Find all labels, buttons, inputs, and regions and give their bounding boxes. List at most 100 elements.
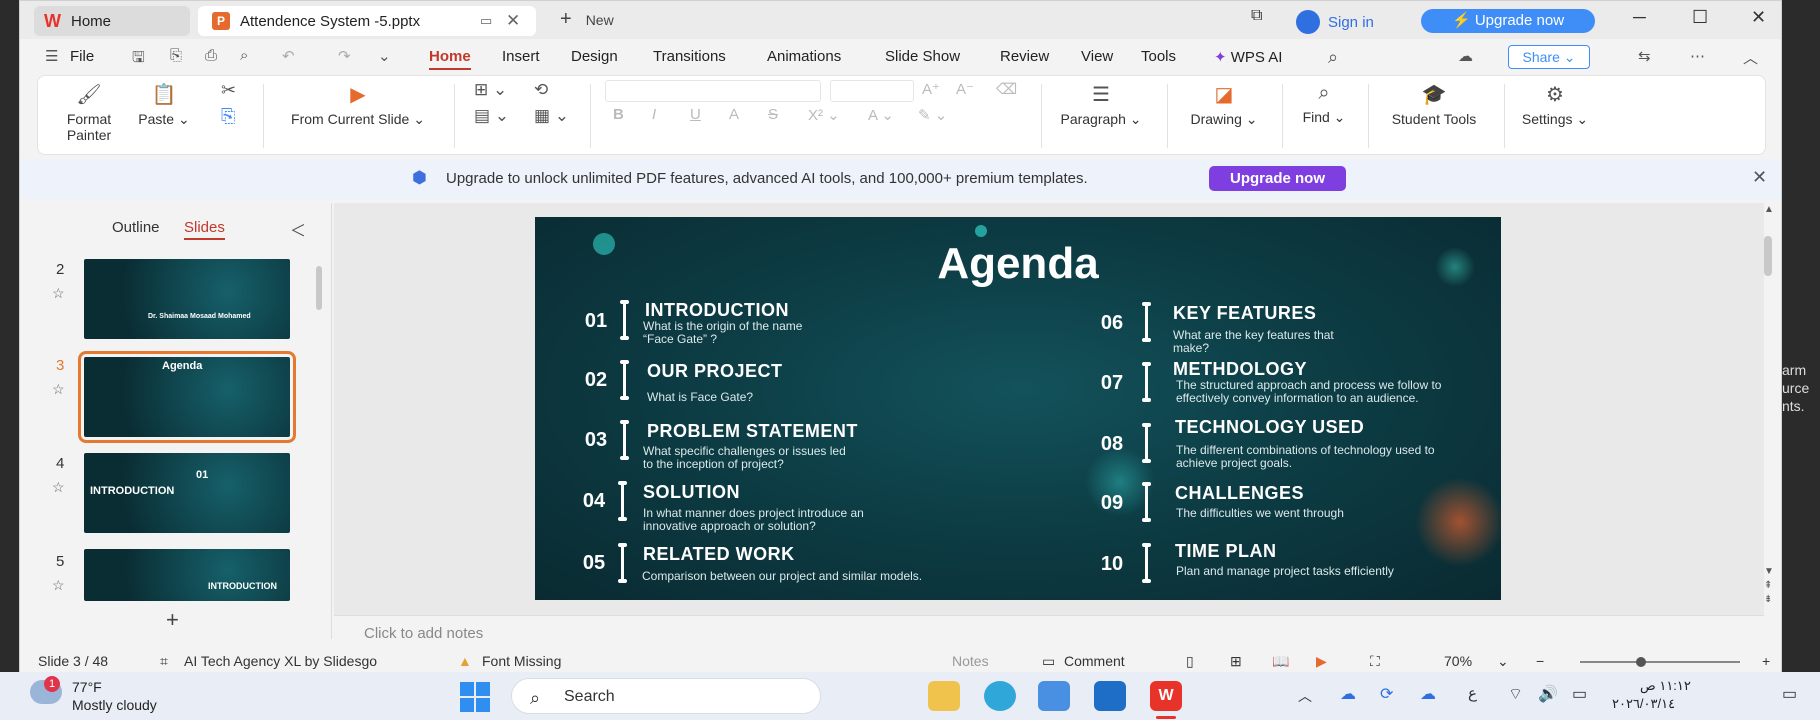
italic-icon[interactable]: I [652, 106, 656, 123]
settings-button[interactable]: ⚙ Settings ⌄ [1516, 82, 1594, 128]
language-indicator[interactable]: ع [1468, 684, 1477, 702]
increase-font-icon[interactable]: A⁺ [922, 80, 940, 98]
tab-document[interactable]: P Attendence System -5.pptx ▭ ✕ [198, 6, 536, 36]
collapse-ribbon-icon[interactable]: ︿ [1743, 47, 1758, 68]
restore-window-icon[interactable]: ⧉ [1251, 7, 1262, 25]
find-button[interactable]: ⌕ Find ⌄ [1294, 82, 1354, 126]
close-tab-icon[interactable]: ✕ [506, 11, 520, 31]
decrease-font-icon[interactable]: A⁻ [956, 80, 974, 98]
sign-in-button[interactable]: Sign in [1296, 10, 1374, 34]
new-slide-icon[interactable]: ⊞ ⌄ [474, 80, 507, 100]
notification-center-icon[interactable]: ▭ [1782, 684, 1797, 704]
print-preview-icon[interactable]: ⌕ [240, 47, 248, 64]
theme-name[interactable]: AI Tech Agency XL by Slidesgo [184, 653, 377, 669]
reuse-slide-icon[interactable]: ⟲ [534, 80, 548, 100]
star-icon[interactable]: ☆ [52, 285, 65, 302]
strikethrough-icon[interactable]: A [729, 106, 739, 123]
drawing-button[interactable]: ◪ Drawing ⌄ [1184, 82, 1264, 128]
superscript-icon[interactable]: X² ⌄ [808, 106, 840, 124]
star-icon[interactable]: ☆ [52, 381, 65, 398]
outlook-icon[interactable] [1094, 681, 1126, 711]
hamburger-menu-icon[interactable]: ☰ [45, 47, 58, 65]
tab-home[interactable]: W Home [34, 6, 190, 36]
save-icon[interactable]: 🖫 [132, 47, 145, 72]
menu-home[interactable]: Home [429, 48, 471, 70]
menu-file[interactable]: File [70, 48, 94, 65]
normal-view-icon[interactable]: ▯ [1186, 653, 1194, 670]
minimize-icon[interactable]: ─ [1633, 7, 1646, 28]
menu-slide-show[interactable]: Slide Show [885, 48, 960, 65]
slide-thumbnail-3[interactable]: Agenda [78, 351, 296, 443]
zoom-out-icon[interactable]: − [1536, 653, 1544, 669]
zoom-level[interactable]: 70% [1444, 653, 1472, 669]
upgrade-now-button[interactable]: ⚡ Upgrade now [1421, 9, 1595, 33]
menu-tools[interactable]: Tools [1141, 48, 1176, 65]
wifi-icon[interactable]: ⌔ [1508, 684, 1523, 704]
clock-time[interactable]: ١١:١٢ ص [1640, 678, 1691, 694]
collaborate-icon[interactable]: ⇆ [1638, 47, 1651, 65]
menu-design[interactable]: Design [571, 48, 618, 65]
star-icon[interactable]: ☆ [52, 577, 65, 594]
close-window-icon[interactable]: ✕ [1751, 7, 1766, 28]
cloud-icon[interactable]: ☁ [1420, 684, 1436, 704]
layout-icon[interactable]: ▤ ⌄ [474, 106, 509, 126]
paste-button[interactable]: 📋 Paste ⌄ [136, 82, 192, 128]
banner-upgrade-button[interactable]: Upgrade now [1209, 166, 1346, 191]
menu-animations[interactable]: Animations [767, 48, 841, 65]
star-icon[interactable]: ☆ [52, 479, 65, 496]
scroll-up-icon[interactable]: ▲ [1764, 204, 1774, 215]
slide-thumbnail-2[interactable]: Dr. Shaimaa Mosaad Mohamed [84, 259, 290, 339]
strike-icon[interactable]: S [768, 106, 778, 123]
editor-scrollbar-thumb[interactable] [1764, 236, 1772, 276]
tab-outline[interactable]: Outline [112, 219, 160, 236]
clear-format-icon[interactable]: ⌫ [996, 80, 1017, 98]
volume-icon[interactable]: 🔊 [1538, 684, 1558, 704]
slide-thumbnail-4[interactable]: 01 INTRODUCTION [84, 453, 290, 533]
clock-date[interactable]: ٢٠٢٦/٠٣/١٤ [1612, 696, 1675, 712]
slide-thumbnail-5[interactable]: INTRODUCTION [84, 549, 290, 601]
show-hidden-icons[interactable]: ︿ [1298, 686, 1312, 706]
close-banner-icon[interactable]: ✕ [1752, 167, 1767, 188]
copy-icon[interactable]: ⎘ [221, 106, 235, 127]
fit-window-icon[interactable]: ⛶ [1370, 653, 1380, 670]
export-icon[interactable]: ⎘ [170, 47, 182, 64]
section-icon[interactable]: ▦ ⌄ [534, 106, 569, 126]
new-tab-button[interactable]: + New [560, 8, 614, 31]
more-options-icon[interactable]: ⋯ [1690, 47, 1705, 65]
undo-icon[interactable]: ↶ [282, 47, 295, 65]
windows-start-icon[interactable] [460, 682, 490, 712]
slideshow-play-icon[interactable]: ▶ [1316, 653, 1327, 670]
onedrive-icon[interactable]: ☁ [1340, 684, 1356, 704]
font-name-dropdown[interactable] [605, 80, 821, 102]
current-slide-canvas[interactable]: Agenda 01 INTRODUCTION What is the origi… [535, 217, 1501, 600]
comment-button[interactable]: Comment [1064, 653, 1125, 669]
wps-ai-button[interactable]: ✦ WPS AI [1214, 48, 1282, 66]
maximize-icon[interactable]: ☐ [1692, 7, 1708, 28]
print-icon[interactable]: ⎙ [205, 47, 217, 64]
zoom-in-icon[interactable]: + [1762, 653, 1770, 669]
window-icon[interactable]: ▭ [480, 13, 492, 29]
wps-office-icon[interactable]: W [1150, 681, 1182, 711]
file-explorer-icon[interactable] [928, 681, 960, 711]
search-icon[interactable]: ⌕ [1328, 47, 1338, 68]
cut-icon[interactable]: ✂ [221, 80, 236, 101]
font-color-icon[interactable]: A ⌄ [868, 106, 894, 124]
slide-sorter-icon[interactable]: ⊞ [1230, 653, 1242, 670]
menu-view[interactable]: View [1081, 48, 1113, 65]
notes-toggle[interactable]: Notes [952, 653, 989, 669]
highlight-icon[interactable]: ✎ ⌄ [918, 106, 947, 124]
zoom-dropdown-icon[interactable]: ⌄ [1497, 653, 1509, 670]
font-missing-button[interactable]: Font Missing [482, 653, 561, 669]
student-tools-button[interactable]: 🎓 Student Tools [1382, 82, 1486, 127]
sync-icon[interactable]: ⟳ [1380, 684, 1393, 704]
next-slide-icon[interactable]: ⇟ [1764, 594, 1772, 605]
menu-insert[interactable]: Insert [502, 48, 540, 65]
add-slide-icon[interactable]: + [166, 607, 179, 633]
menu-review[interactable]: Review [1000, 48, 1049, 65]
paragraph-button[interactable]: ☰ Paragraph ⌄ [1056, 82, 1146, 128]
share-button[interactable]: Share ⌄ [1508, 45, 1590, 69]
collapse-panel-icon[interactable]: ＜ [290, 217, 306, 241]
from-current-slide-button[interactable]: ▶ From Current Slide ⌄ [278, 82, 438, 128]
scroll-down-icon[interactable]: ▼ [1764, 566, 1774, 577]
zoom-slider[interactable] [1580, 657, 1740, 667]
